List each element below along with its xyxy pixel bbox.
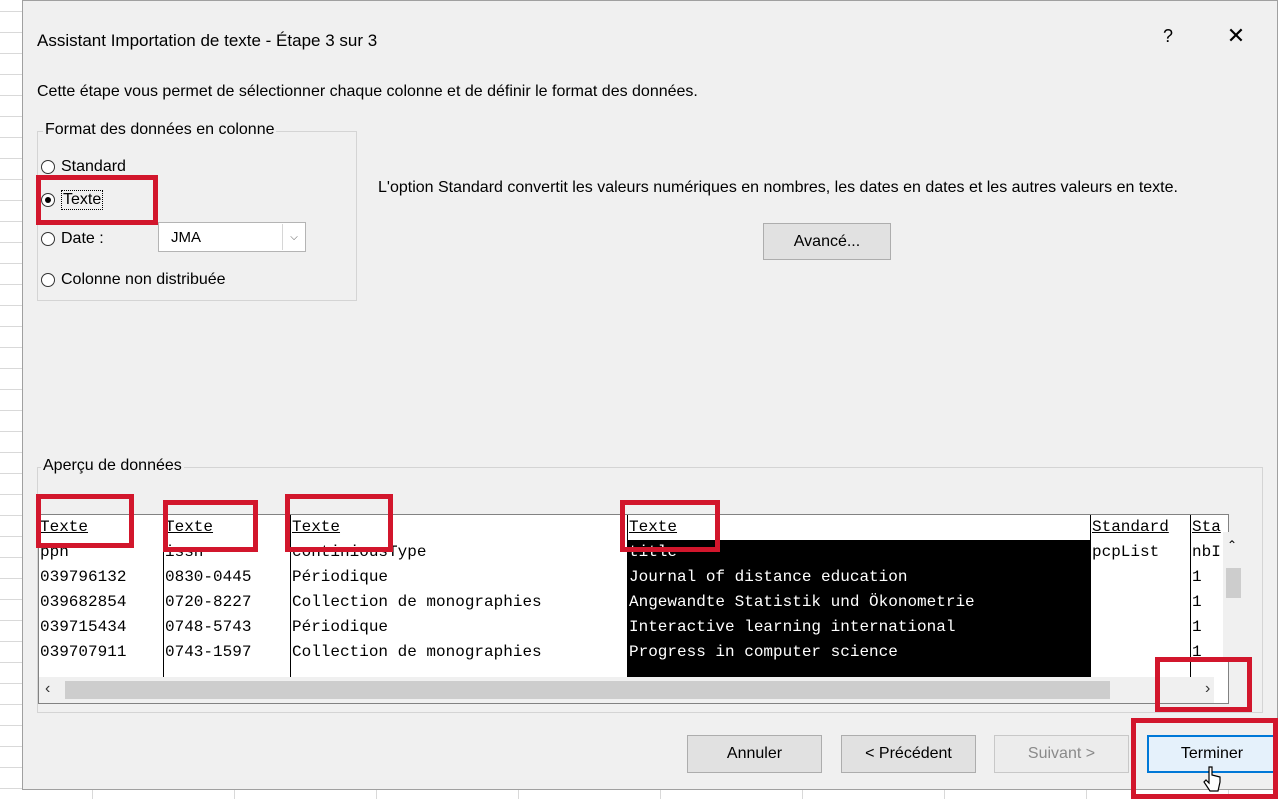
preview-horizontal-scrollbar[interactable]: ‹ › (39, 677, 1214, 703)
format-description: L'option Standard convertit les valeurs … (378, 179, 1178, 196)
table-cell (1091, 565, 1190, 590)
highlight-box (285, 494, 393, 552)
previous-button[interactable]: < Précédent (841, 735, 976, 773)
radio-standard[interactable]: Standard (41, 158, 126, 176)
table-cell: 1 (1192, 568, 1202, 586)
highlight-box (1155, 657, 1252, 712)
table-cell: Périodique (292, 568, 389, 586)
table-cell: Interactive learning international (629, 618, 956, 636)
table-cell: 039682854 (40, 593, 127, 611)
table-cell: Journal of distance education (629, 568, 908, 586)
next-button[interactable]: Suivant > (994, 735, 1129, 773)
table-cell: Périodique (292, 618, 389, 636)
table-cell: 039715434 (40, 618, 127, 636)
radio-standard-circle[interactable] (41, 160, 55, 174)
dialog-title: Assistant Importation de texte - Étape 3… (37, 31, 378, 50)
horizontal-scroll-thumb[interactable] (65, 681, 1110, 699)
help-icon[interactable]: ? (1156, 26, 1180, 47)
data-preview-legend: Aperçu de données (41, 457, 184, 475)
vertical-scroll-thumb[interactable] (1226, 568, 1241, 598)
cancel-button[interactable]: Annuler (687, 735, 822, 773)
table-cell: Collection de monographies (292, 593, 542, 611)
scroll-up-icon[interactable]: ⌃ (1227, 538, 1237, 552)
highlight-box (36, 175, 158, 225)
table-cell: 0743-1597 (165, 643, 252, 661)
radio-date-circle[interactable] (41, 232, 55, 246)
mouse-cursor-icon (1203, 766, 1221, 792)
table-cell: 0830-0445 (165, 568, 252, 586)
table-cell: 039796132 (40, 568, 127, 586)
table-cell (1091, 590, 1190, 615)
radio-date[interactable]: Date : (41, 230, 104, 248)
advanced-button[interactable]: Avancé... (763, 223, 891, 260)
column-header[interactable]: Standard (1091, 515, 1190, 540)
intro-text: Cette étape vous permet de sélectionner … (37, 83, 698, 100)
preview-column-5[interactable]: Standard pcpList (1091, 515, 1190, 677)
table-cell: nbI (1192, 543, 1221, 561)
highlight-box (163, 500, 258, 552)
radio-date-label: Date : (61, 230, 104, 247)
table-cell: 0720-8227 (165, 593, 252, 611)
close-icon[interactable]: ✕ (1223, 23, 1249, 49)
preview-vertical-scrollbar[interactable]: ⌃ (1223, 532, 1243, 662)
radio-skip-column[interactable]: Colonne non distribuée (41, 271, 226, 289)
table-cell: pcpList (1092, 543, 1160, 561)
column-header[interactable]: Sta (1191, 515, 1225, 540)
table-cell (1091, 615, 1190, 640)
scroll-left-icon[interactable]: ‹ (45, 680, 50, 698)
radio-skip-column-circle[interactable] (41, 273, 55, 287)
radio-skip-column-label: Colonne non distribuée (61, 271, 226, 288)
chevron-down-icon[interactable]: ⌵ (282, 224, 305, 250)
table-cell: Collection de monographies (292, 643, 542, 661)
text-import-wizard-dialog: Assistant Importation de texte - Étape 3… (22, 0, 1278, 790)
date-format-value: JMA (171, 228, 201, 246)
table-cell: 039707911 (40, 643, 127, 661)
radio-standard-label: Standard (61, 158, 126, 175)
table-cell: Angewandte Statistik und Ökonometrie (629, 593, 975, 611)
table-cell: 1 (1192, 618, 1202, 636)
preview-column-6[interactable]: Sta nbI 1 1 1 1 (1191, 515, 1225, 677)
table-cell: 1 (1192, 593, 1202, 611)
table-cell: Progress in computer science (629, 643, 898, 661)
highlight-box (36, 494, 134, 548)
table-cell: 0748-5743 (165, 618, 252, 636)
column-format-legend: Format des données en colonne (43, 121, 277, 139)
date-format-select[interactable]: JMA ⌵ (158, 222, 306, 252)
highlight-box (620, 500, 720, 552)
